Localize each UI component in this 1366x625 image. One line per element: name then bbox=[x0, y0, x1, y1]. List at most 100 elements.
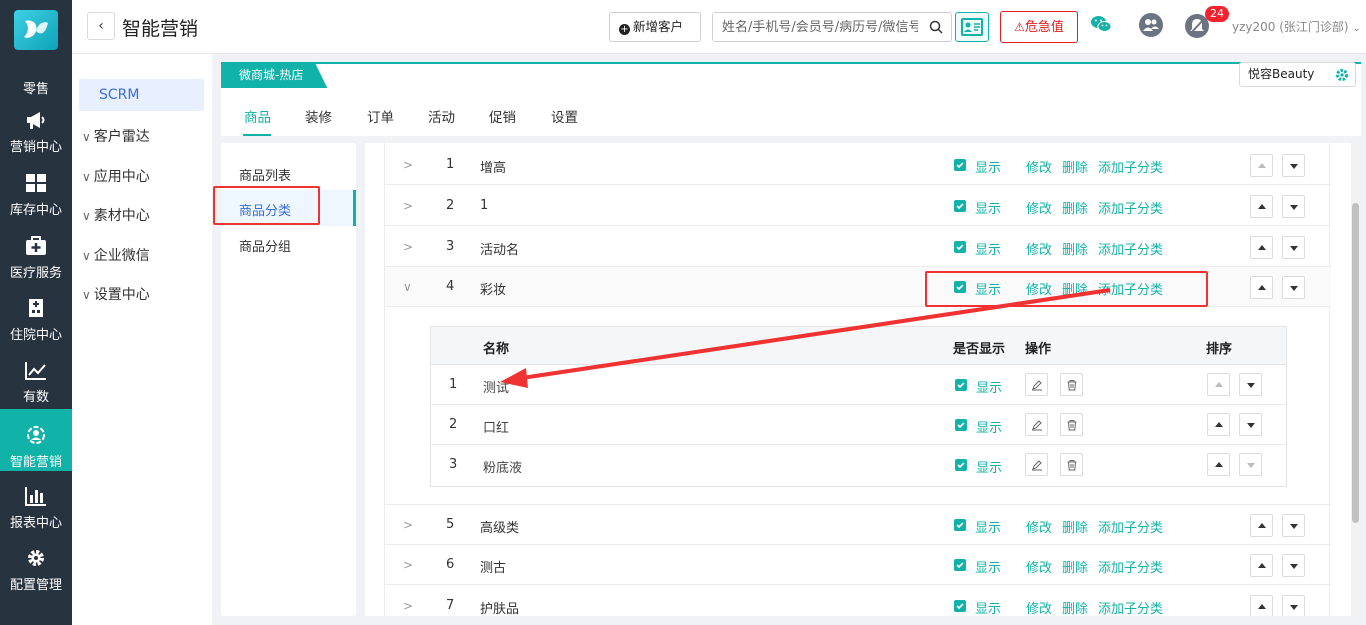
delete-button[interactable] bbox=[1060, 373, 1083, 396]
move-down-button[interactable] bbox=[1282, 154, 1305, 177]
search-input[interactable] bbox=[713, 13, 918, 41]
edit-link[interactable]: 修改 bbox=[1026, 157, 1052, 176]
show-checkbox[interactable] bbox=[954, 600, 966, 612]
wechat-icon[interactable] bbox=[1090, 14, 1112, 34]
move-up-button[interactable] bbox=[1250, 514, 1273, 537]
chevron-right-icon[interactable]: > bbox=[403, 599, 413, 613]
nav-inpatient[interactable]: 住院中心 bbox=[0, 298, 72, 360]
chevron-right-icon[interactable]: > bbox=[403, 518, 413, 532]
show-checkbox[interactable] bbox=[954, 200, 966, 212]
add-subcategory-link[interactable]: 添加子分类 bbox=[1098, 557, 1163, 576]
delete-link[interactable]: 删除 bbox=[1062, 517, 1088, 536]
submenu-product-list[interactable]: 商品列表 bbox=[239, 165, 291, 184]
show-checkbox[interactable] bbox=[955, 459, 967, 471]
move-down-button[interactable] bbox=[1282, 195, 1305, 218]
chevron-right-icon[interactable]: > bbox=[403, 240, 413, 254]
chevron-down-icon: ∨ bbox=[82, 209, 91, 223]
edit-link[interactable]: 修改 bbox=[1026, 557, 1052, 576]
tab-decoration[interactable]: 装修 bbox=[305, 106, 332, 126]
edit-link[interactable]: 修改 bbox=[1026, 517, 1052, 536]
add-subcategory-link[interactable]: 添加子分类 bbox=[1098, 517, 1163, 536]
chevron-right-icon[interactable]: > bbox=[403, 558, 413, 572]
critical-value-button[interactable]: ⚠危急值 bbox=[1000, 11, 1078, 43]
move-up-button[interactable] bbox=[1250, 154, 1273, 177]
chevron-right-icon[interactable]: > bbox=[403, 158, 413, 172]
main-nav: 零售 营销中心 库存中心 医疗服务 住院中心 有数 智能营销 报表中心 配置管理 bbox=[0, 0, 72, 625]
move-up-button[interactable] bbox=[1250, 554, 1273, 577]
move-up-button[interactable] bbox=[1250, 236, 1273, 259]
move-up-button[interactable] bbox=[1250, 595, 1273, 616]
nav-marketing-center[interactable]: 营销中心 bbox=[0, 110, 72, 172]
move-up-button[interactable] bbox=[1207, 413, 1230, 436]
menu-settings-center[interactable]: ∨ 设置中心 bbox=[82, 284, 150, 304]
chevron-right-icon[interactable]: > bbox=[403, 199, 413, 213]
delete-link[interactable]: 删除 bbox=[1062, 239, 1088, 258]
move-down-button[interactable] bbox=[1282, 236, 1305, 259]
scrollbar[interactable] bbox=[1351, 143, 1360, 616]
show-checkbox[interactable] bbox=[954, 159, 966, 171]
edit-link[interactable]: 修改 bbox=[1026, 239, 1052, 258]
gear-icon[interactable] bbox=[1335, 68, 1349, 82]
delete-link[interactable]: 删除 bbox=[1062, 198, 1088, 217]
menu-customer-radar[interactable]: ∨ 客户雷达 bbox=[82, 126, 150, 146]
tab-promotions[interactable]: 促销 bbox=[489, 106, 516, 126]
delete-button[interactable] bbox=[1060, 413, 1083, 436]
category-table: > 1 增高 显示 修改 删除 添加子分类 > 2 1 显示 修改 删除 添加子… bbox=[365, 143, 1360, 616]
users-icon[interactable] bbox=[1138, 12, 1164, 38]
menu-material-center[interactable]: ∨ 素材中心 bbox=[82, 205, 150, 225]
delete-link[interactable]: 删除 bbox=[1062, 557, 1088, 576]
table-row: > 1 增高 显示 修改 删除 添加子分类 bbox=[385, 145, 1331, 185]
chevron-down-icon[interactable]: ∨ bbox=[403, 280, 412, 294]
menu-scrm[interactable]: SCRM bbox=[79, 79, 204, 111]
move-up-button[interactable] bbox=[1250, 195, 1273, 218]
edit-link[interactable]: 修改 bbox=[1026, 198, 1052, 217]
scrollbar-thumb[interactable] bbox=[1352, 203, 1359, 523]
tab-settings[interactable]: 设置 bbox=[551, 106, 578, 126]
move-up-button[interactable] bbox=[1207, 373, 1230, 396]
edit-button[interactable] bbox=[1025, 413, 1048, 436]
tab-products[interactable]: 商品 bbox=[244, 106, 271, 126]
move-up-button[interactable] bbox=[1207, 453, 1230, 476]
user-menu[interactable]: yzy200 (张江门诊部) ⌄ bbox=[1232, 18, 1361, 35]
nav-inventory[interactable]: 库存中心 bbox=[0, 173, 72, 235]
nav-smart-marketing[interactable]: 智能营销 bbox=[0, 409, 72, 471]
member-card-button[interactable] bbox=[955, 12, 989, 42]
app-logo[interactable] bbox=[14, 10, 58, 50]
add-subcategory-link[interactable]: 添加子分类 bbox=[1098, 598, 1163, 616]
nav-config[interactable]: 配置管理 bbox=[0, 548, 72, 610]
show-checkbox[interactable] bbox=[954, 559, 966, 571]
move-up-button[interactable] bbox=[1250, 276, 1273, 299]
search-icon[interactable] bbox=[929, 20, 943, 34]
edit-button[interactable] bbox=[1025, 453, 1048, 476]
move-down-button[interactable] bbox=[1239, 453, 1262, 476]
move-down-button[interactable] bbox=[1282, 595, 1305, 616]
menu-wecom[interactable]: ∨ 企业微信 bbox=[82, 245, 150, 265]
delete-link[interactable]: 删除 bbox=[1062, 598, 1088, 616]
show-checkbox[interactable] bbox=[955, 419, 967, 431]
move-down-button[interactable] bbox=[1282, 514, 1305, 537]
nav-reports[interactable]: 报表中心 bbox=[0, 486, 72, 548]
move-down-button[interactable] bbox=[1239, 373, 1262, 396]
move-down-button[interactable] bbox=[1282, 554, 1305, 577]
add-subcategory-link[interactable]: 添加子分类 bbox=[1098, 239, 1163, 258]
move-down-button[interactable] bbox=[1239, 413, 1262, 436]
delete-button[interactable] bbox=[1060, 453, 1083, 476]
delete-link[interactable]: 删除 bbox=[1062, 157, 1088, 176]
add-customer-button[interactable]: + 新增客户 bbox=[609, 12, 701, 42]
move-down-button[interactable] bbox=[1282, 276, 1305, 299]
brand-selector[interactable]: 悦容Beauty bbox=[1239, 62, 1356, 87]
add-subcategory-link[interactable]: 添加子分类 bbox=[1098, 157, 1163, 176]
show-checkbox[interactable] bbox=[954, 241, 966, 253]
store-tab[interactable]: 微商城-热店 bbox=[221, 62, 328, 88]
tab-orders[interactable]: 订单 bbox=[367, 106, 394, 126]
submenu-product-group[interactable]: 商品分组 bbox=[239, 236, 291, 255]
show-checkbox[interactable] bbox=[955, 379, 967, 391]
edit-link[interactable]: 修改 bbox=[1026, 598, 1052, 616]
edit-button[interactable] bbox=[1025, 373, 1048, 396]
tab-activities[interactable]: 活动 bbox=[428, 106, 455, 126]
back-button[interactable]: ‹ bbox=[87, 12, 115, 40]
show-checkbox[interactable] bbox=[954, 519, 966, 531]
add-subcategory-link[interactable]: 添加子分类 bbox=[1098, 198, 1163, 217]
menu-app-center[interactable]: ∨ 应用中心 bbox=[82, 166, 150, 186]
nav-medical[interactable]: 医疗服务 bbox=[0, 236, 72, 298]
